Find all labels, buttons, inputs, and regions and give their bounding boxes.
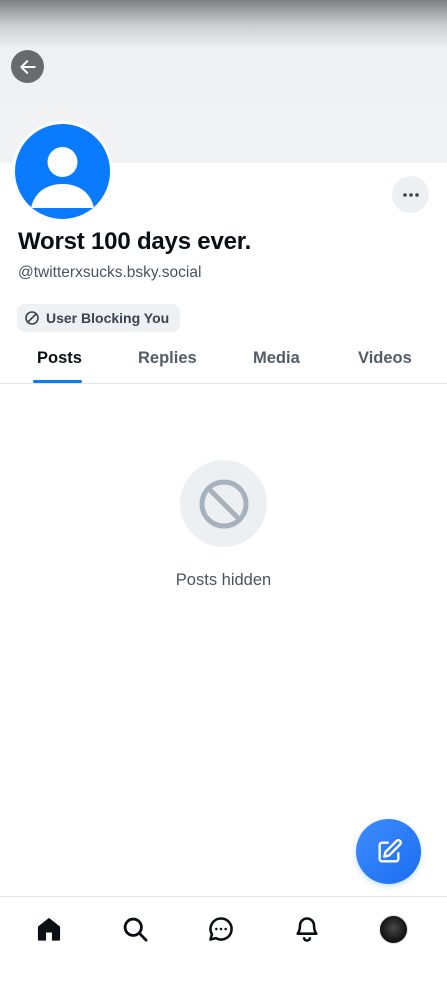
nav-chat[interactable] (203, 911, 239, 947)
more-horizontal-icon (402, 192, 419, 197)
display-name: Worst 100 days ever. (18, 228, 252, 255)
profile-handle: @twitterxsucks.bsky.social (18, 264, 202, 281)
nav-home[interactable] (31, 911, 67, 947)
tab-replies[interactable]: Replies (122, 340, 210, 384)
ban-icon (25, 311, 39, 325)
back-button[interactable] (11, 50, 44, 83)
arrow-left-icon (19, 59, 36, 74)
bottom-navigation (0, 896, 447, 1000)
blocking-badge-label: User Blocking You (46, 310, 170, 326)
profile-tabs: Posts Replies Media Videos (0, 340, 447, 384)
more-options-button[interactable] (392, 176, 429, 213)
tab-videos[interactable]: Videos (346, 340, 424, 384)
chat-icon (209, 917, 233, 941)
posts-hidden-message: Posts hidden (175, 571, 272, 589)
nav-search[interactable] (117, 911, 153, 947)
nav-profile[interactable] (375, 911, 411, 947)
search-icon (123, 917, 148, 942)
tab-replies-label: Replies (138, 349, 197, 367)
posts-hidden-icon-wrapper (180, 460, 267, 547)
active-tab-indicator (33, 380, 82, 383)
tab-videos-label: Videos (358, 349, 412, 367)
profile-avatar[interactable] (12, 121, 113, 222)
tab-media[interactable]: Media (240, 340, 314, 384)
tab-media-label: Media (253, 349, 300, 367)
bell-icon (296, 917, 318, 942)
user-blocking-badge: User Blocking You (17, 304, 181, 332)
nav-notifications[interactable] (289, 911, 325, 947)
default-avatar-icon (31, 147, 94, 208)
compose-post-button[interactable] (356, 819, 421, 884)
user-avatar (378, 914, 408, 944)
compose-icon (378, 838, 402, 862)
tab-posts[interactable]: Posts (24, 340, 92, 384)
tab-posts-label: Posts (37, 349, 82, 367)
home-icon (37, 917, 61, 941)
ban-icon (199, 479, 248, 528)
